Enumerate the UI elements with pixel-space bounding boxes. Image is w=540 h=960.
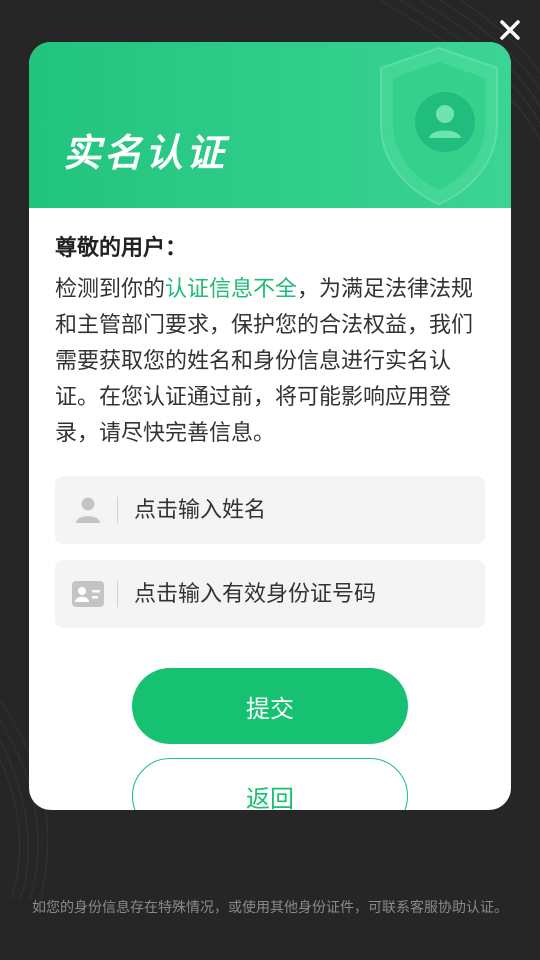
field-divider [117,497,118,523]
dialog-title: 实名认证 [63,131,228,175]
greeting-text: 尊敬的用户： [55,236,188,261]
id-number-input[interactable] [134,581,485,607]
message-highlight: 认证信息不全 [165,277,298,302]
dialog-header: 实名认证 [29,42,511,208]
verification-dialog: 实名认证 尊敬的用户： 检测到你的认证信息不全，为满足法律法规和主管部门要求，保… [29,42,511,810]
message-text: 检测到你的认证信息不全，为满足法律法规和主管部门要求，保护您的合法权益，我们需要… [55,272,485,452]
name-field[interactable] [55,476,485,544]
back-button[interactable]: 返回 [132,758,408,810]
footer-note: 如您的身份信息存在特殊情况，或使用其他身份证件，可联系客服协助认证。 [32,900,508,916]
shield-icon [380,46,498,206]
submit-button[interactable]: 提交 [132,668,408,744]
id-field[interactable] [55,560,485,628]
message-after: ，为满足法律法规和主管部门要求，保护您的合法权益，我们需要获取您的姓名和身份信息… [55,277,474,446]
message-before: 检测到你的 [55,277,166,302]
name-input[interactable] [134,497,485,523]
id-card-icon [71,579,105,609]
field-divider [117,581,118,607]
close-icon [500,20,520,40]
user-icon [71,495,105,525]
